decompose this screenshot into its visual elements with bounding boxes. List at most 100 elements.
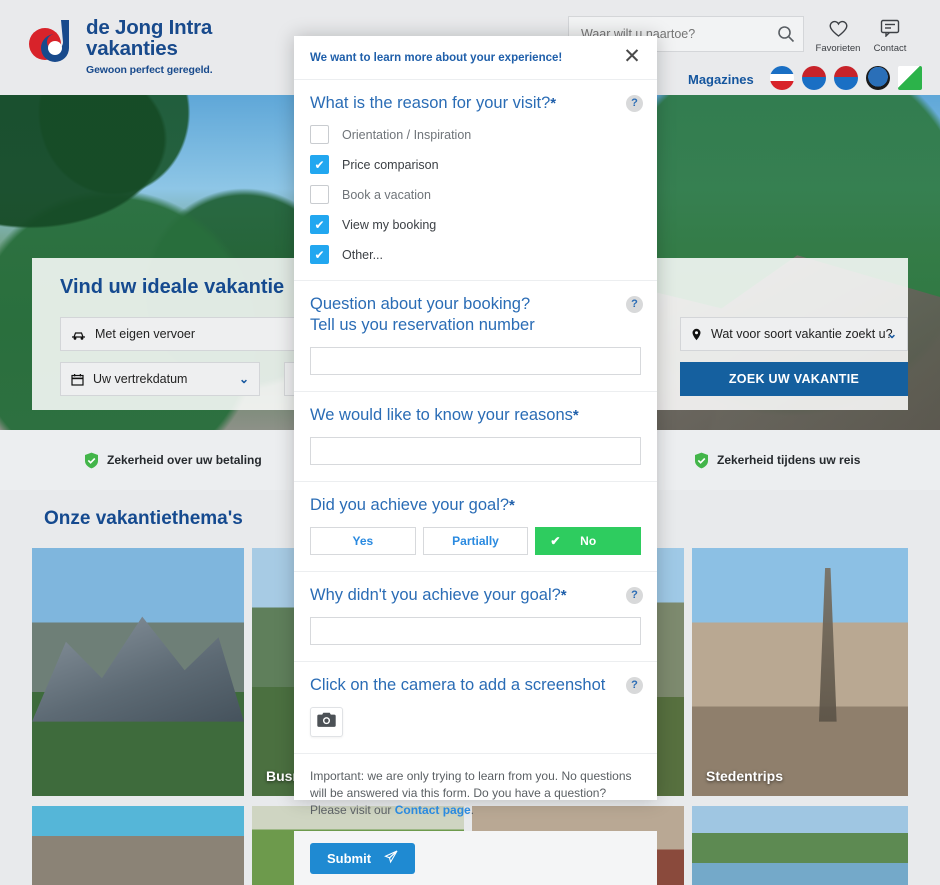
question-block-reason: What is the reason for your visit?* ? Or… [294, 79, 657, 280]
trust-logos [770, 66, 922, 90]
reasons-input[interactable] [310, 437, 641, 465]
contact-page-link[interactable]: Contact page [395, 803, 471, 817]
checkbox-label: Orientation / Inspiration [342, 127, 472, 142]
calendar-icon [71, 373, 84, 386]
paper-plane-icon [384, 850, 398, 867]
question-block-reasons: We would like to know your reasons* [294, 391, 657, 481]
logo-line-2: vakanties [86, 37, 178, 60]
help-icon[interactable]: ? [626, 296, 643, 313]
checkbox-book-a-vacation[interactable] [310, 185, 329, 204]
question-label: Why didn't you achieve your goal?* [310, 585, 641, 606]
modal-note: Important: we are only trying to learn f… [294, 753, 657, 831]
thumbnail-4[interactable] [692, 806, 908, 885]
question-label: Click on the camera to add a screenshot [310, 676, 606, 694]
checkbox-row-4[interactable]: Other... [310, 245, 641, 264]
shield-check-icon [694, 452, 709, 469]
theme-card-1[interactable] [32, 548, 244, 796]
goal-option-partially[interactable]: Partially [422, 527, 529, 555]
vacation-type-label: Wat voor soort vakantie zoekt u? [711, 327, 893, 341]
question-block-reservation: Question about your booking? Tell us you… [294, 280, 657, 391]
question-text: Did you achieve your goal? [310, 496, 510, 514]
question-label: We would like to know your reasons* [310, 405, 641, 426]
checkbox-row-3[interactable]: View my booking [310, 215, 641, 234]
departure-date-label: Uw vertrekdatum [93, 372, 188, 386]
themes-title: Onze vakantiethema's [44, 508, 243, 529]
nav-item-magazines[interactable]: Magazines [688, 72, 754, 87]
checkbox-price-comparison[interactable] [310, 155, 329, 174]
question-text: We would like to know your reasons [310, 406, 573, 424]
required-mark: * [560, 587, 567, 604]
submit-label: Submit [327, 851, 372, 866]
transport-select[interactable]: Met eigen vervoer ⌄ [60, 317, 322, 351]
help-icon[interactable]: ? [626, 95, 643, 112]
header-action-contact[interactable]: Contact [862, 17, 918, 54]
reservation-number-input[interactable] [310, 347, 641, 375]
checkbox-label: Other... [342, 247, 383, 262]
checkbox-row-0[interactable]: Orientation / Inspiration [310, 125, 641, 144]
question-text: Why didn't you achieve your goal? [310, 586, 561, 604]
pin-icon [691, 328, 702, 341]
check-icon: ✔ [550, 534, 561, 548]
panel-title: Vind uw ideale vakantie [60, 276, 285, 298]
chat-icon [862, 17, 918, 39]
why-not-input[interactable] [310, 617, 641, 645]
close-icon[interactable]: ✕ [621, 46, 643, 68]
checkbox-label: Price comparison [342, 157, 439, 172]
search-icon[interactable] [777, 25, 795, 48]
submit-button[interactable]: Submit [310, 843, 416, 874]
question-label: What is the reason for your visit?* [310, 93, 641, 114]
goal-option-no[interactable]: ✔ No [535, 527, 642, 555]
question-block-why-not: Why didn't you achieve your goal?* ? [294, 571, 657, 661]
required-mark: * [509, 497, 515, 514]
help-icon[interactable]: ? [626, 587, 643, 604]
chevron-down-icon: ⌄ [238, 372, 249, 386]
modal-header: We want to learn more about your experie… [294, 36, 657, 79]
anvr-logo-icon [770, 66, 794, 90]
checkbox-row-1[interactable]: Price comparison [310, 155, 641, 174]
header-action-label: Contact [873, 43, 907, 54]
camera-button[interactable] [310, 707, 343, 737]
note-suffix: . [470, 803, 475, 817]
goal-option-label: No [580, 534, 597, 548]
logo-line-1: de Jong Intra [86, 16, 213, 39]
header-action-label: Favorieten [815, 43, 861, 54]
goal-option-yes[interactable]: Yes [310, 527, 416, 555]
question-label: Question about your booking? Tell us you… [310, 294, 641, 336]
heart-icon [810, 17, 866, 39]
vacation-type-select[interactable]: Wat voor soort vakantie zoekt u? ⌄ [680, 317, 908, 351]
modal-footer: Submit Powered by mopinion [294, 831, 657, 885]
thumbnail-1[interactable] [32, 806, 244, 885]
vhav-seal-icon [898, 66, 922, 90]
question-block-screenshot: Click on the camera to add a screenshot … [294, 661, 657, 753]
trust-item-label: Zekerheid over uw betaling [107, 453, 262, 467]
trust-item-label: Zekerheid tijdens uw reis [717, 453, 861, 467]
sgrz-logo-icon [834, 66, 858, 90]
question-text-line2: Tell us you reservation number [310, 316, 535, 334]
trust-item-payment: Zekerheid over uw betaling [84, 452, 262, 469]
checkbox-label: Book a vacation [342, 187, 431, 202]
transport-label: Met eigen vervoer [95, 327, 196, 341]
help-icon[interactable]: ? [626, 677, 643, 694]
required-mark: * [572, 407, 579, 424]
theme-card-4[interactable]: Stedentrips [692, 548, 908, 796]
checkbox-view-my-booking[interactable] [310, 215, 329, 234]
shield-check-icon [84, 452, 99, 469]
car-icon [71, 328, 86, 341]
checkbox-row-2[interactable]: Book a vacation [310, 185, 641, 204]
header-action-favorieten[interactable]: Favorieten [810, 17, 866, 54]
checkbox-label: View my booking [342, 217, 437, 232]
departure-date-select[interactable]: Uw vertrekdatum ⌄ [60, 362, 260, 396]
checkbox-other[interactable] [310, 245, 329, 264]
question-text-line1: Question about your booking? [310, 295, 531, 313]
required-mark: * [550, 95, 557, 112]
mountain-decor [32, 616, 244, 722]
goal-button-group: Yes Partially ✔ No [310, 527, 642, 555]
search-vacation-button[interactable]: ZOEK UW VAKANTIE [680, 362, 908, 396]
checkbox-orientation-inspiration[interactable] [310, 125, 329, 144]
theme-card-caption: Stedentrips [706, 768, 784, 784]
chevron-down-icon: ⌄ [886, 327, 897, 341]
feedback-modal: We want to learn more about your experie… [294, 36, 657, 885]
page-root: de Jong Intra vakanties Gewoon perfect g… [0, 0, 940, 885]
camera-icon [317, 712, 336, 732]
sgr-logo-icon [802, 66, 826, 90]
